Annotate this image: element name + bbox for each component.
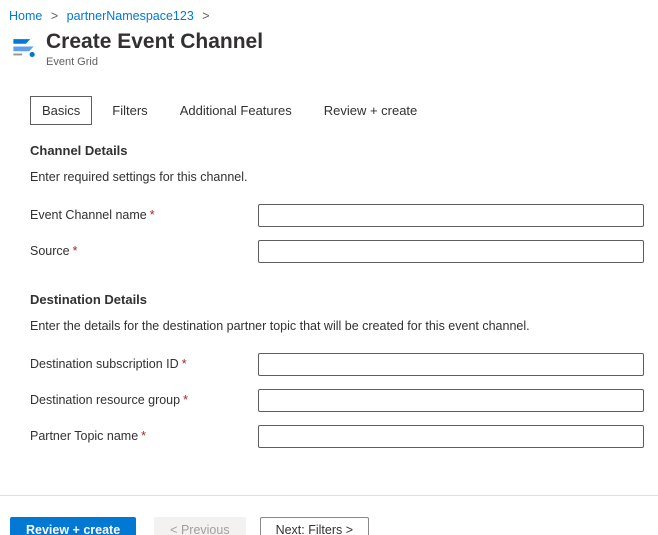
breadcrumb-separator: > xyxy=(202,9,209,23)
source-label: Source* xyxy=(30,244,258,258)
event-grid-icon xyxy=(10,30,40,63)
required-marker: * xyxy=(150,208,155,222)
destination-resource-group-label-text: Destination resource group xyxy=(30,393,180,407)
required-marker: * xyxy=(141,429,146,443)
page-title-block: Create Event Channel Event Grid xyxy=(46,30,263,68)
breadcrumb-separator: > xyxy=(51,9,58,23)
breadcrumb-home-link[interactable]: Home xyxy=(9,9,42,23)
tab-filters[interactable]: Filters xyxy=(100,96,159,125)
required-marker: * xyxy=(183,393,188,407)
destination-details-heading: Destination Details xyxy=(30,292,658,307)
breadcrumb: Home > partnerNamespace123 > xyxy=(0,0,658,23)
partner-topic-name-input[interactable] xyxy=(258,425,644,448)
event-channel-name-label-text: Event Channel name xyxy=(30,208,147,222)
review-create-button[interactable]: Review + create xyxy=(10,517,136,535)
next-filters-button[interactable]: Next: Filters > xyxy=(260,517,369,535)
form-row-destination-resource-group: Destination resource group* xyxy=(30,387,658,413)
required-marker: * xyxy=(182,357,187,371)
page-header: Create Event Channel Event Grid xyxy=(0,23,658,68)
destination-resource-group-input[interactable] xyxy=(258,389,644,412)
form-row-partner-topic-name: Partner Topic name* xyxy=(30,423,658,449)
destination-subscription-id-input[interactable] xyxy=(258,353,644,376)
channel-details-description: Enter required settings for this channel… xyxy=(30,170,628,184)
tab-additional-features[interactable]: Additional Features xyxy=(168,96,304,125)
form-row-source: Source* xyxy=(30,238,658,264)
partner-topic-name-label-text: Partner Topic name xyxy=(30,429,138,443)
breadcrumb-partner-namespace-link[interactable]: partnerNamespace123 xyxy=(67,9,194,23)
destination-details-description: Enter the details for the destination pa… xyxy=(30,319,628,333)
form-row-event-channel-name: Event Channel name* xyxy=(30,202,658,228)
page-title: Create Event Channel xyxy=(46,30,263,54)
previous-button[interactable]: < Previous xyxy=(154,517,245,535)
event-channel-name-input[interactable] xyxy=(258,204,644,227)
source-label-text: Source xyxy=(30,244,70,258)
required-marker: * xyxy=(73,244,78,258)
page-subtitle: Event Grid xyxy=(46,56,263,68)
tab-basics[interactable]: Basics xyxy=(30,96,92,125)
footer-action-bar: Review + create < Previous Next: Filters… xyxy=(0,496,658,535)
partner-topic-name-label: Partner Topic name* xyxy=(30,429,258,443)
tab-bar: Basics Filters Additional Features Revie… xyxy=(30,96,658,125)
channel-details-heading: Channel Details xyxy=(30,143,658,158)
source-input[interactable] xyxy=(258,240,644,263)
event-channel-name-label: Event Channel name* xyxy=(30,208,258,222)
destination-resource-group-label: Destination resource group* xyxy=(30,393,258,407)
destination-subscription-id-label: Destination subscription ID* xyxy=(30,357,258,371)
form-row-destination-subscription-id: Destination subscription ID* xyxy=(30,351,658,377)
tab-review-create[interactable]: Review + create xyxy=(312,96,430,125)
destination-subscription-id-label-text: Destination subscription ID xyxy=(30,357,179,371)
